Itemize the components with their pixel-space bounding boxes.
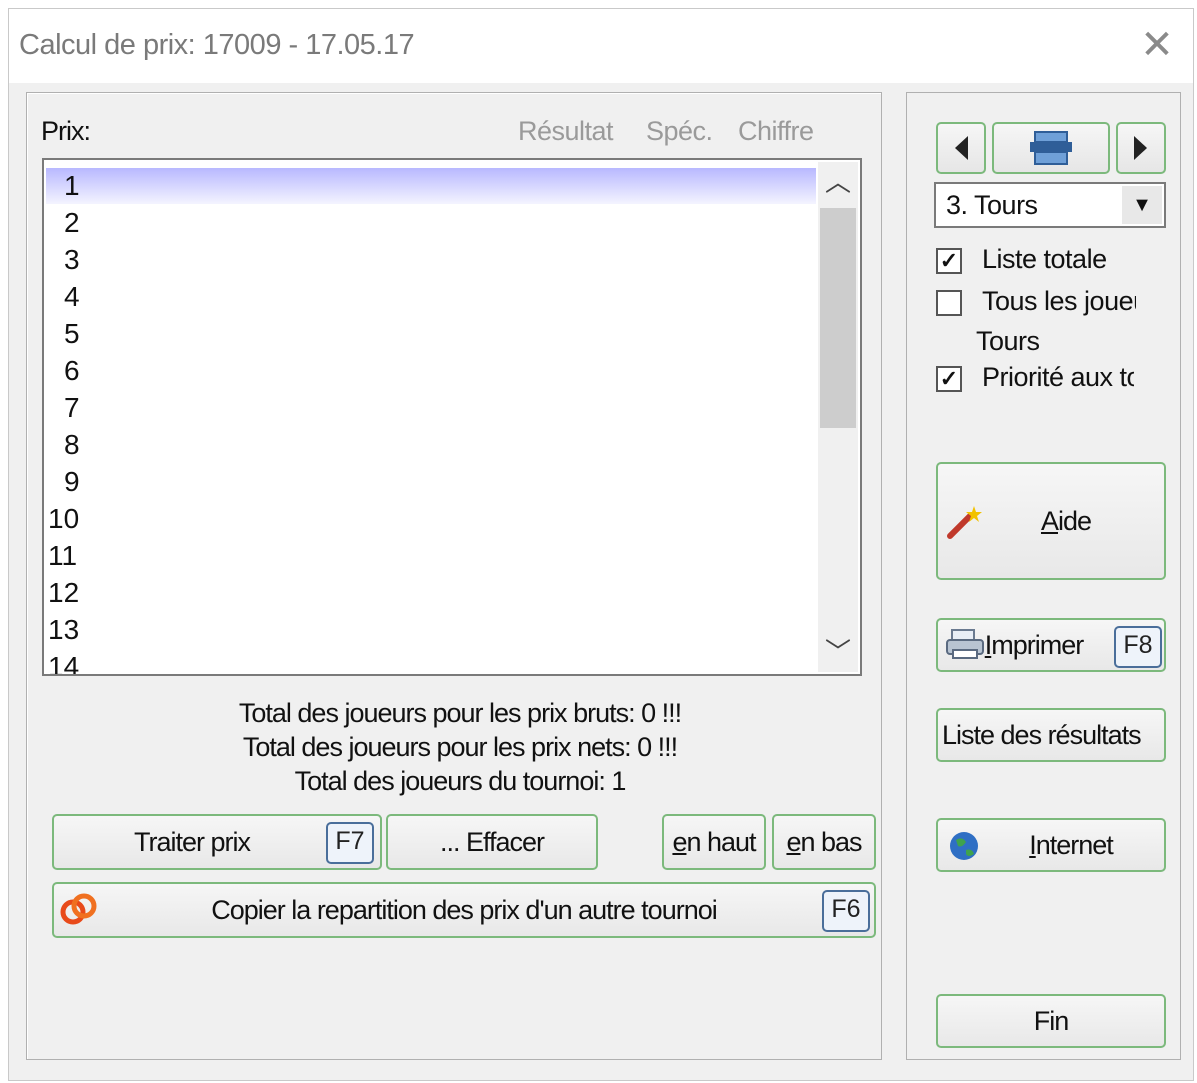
copy-distribution-label: Copier la repartition des prix d'un autr…	[211, 894, 717, 925]
list-item[interactable]: 3	[46, 242, 816, 278]
total-list-label: Liste totale	[982, 244, 1107, 274]
process-prizes-label: Traiter prix	[134, 826, 251, 857]
f8-key-badge: F8	[1114, 626, 1162, 668]
column-header-result: Résultat	[518, 116, 614, 146]
magic-wand-icon	[947, 506, 982, 539]
printer-icon	[946, 629, 984, 659]
printer-icon	[1030, 131, 1072, 165]
prize-listbox[interactable]: 1 2 3 4 5 6 7 8 9 10 11 12 13 14 ︿ ﹀	[42, 158, 862, 676]
list-item[interactable]: 5	[46, 316, 816, 352]
move-up-button[interactable]: en haut	[662, 814, 766, 870]
list-item[interactable]: 6	[46, 353, 816, 389]
priority-checkbox[interactable]: ✓	[936, 366, 962, 392]
list-item[interactable]: 9	[46, 464, 816, 500]
prev-round-button[interactable]	[936, 122, 986, 174]
arrow-right-icon	[1134, 136, 1147, 160]
stat-tournament-players: Total des joueurs du tournoi: 1	[294, 766, 627, 796]
move-down-button[interactable]: en bas	[772, 814, 876, 870]
vertical-scrollbar[interactable]: ︿ ﹀	[818, 162, 858, 672]
stat-gross-players: Total des joueurs pour les prix bruts: 0…	[238, 698, 682, 728]
total-list-checkbox[interactable]: ✓	[936, 248, 962, 274]
list-item[interactable]: 2	[46, 205, 816, 241]
clear-label: ... Effacer	[439, 826, 545, 857]
end-button[interactable]: Fin	[936, 994, 1166, 1048]
all-players-label: Tous les joueurs	[982, 286, 1136, 316]
clear-button[interactable]: ... Effacer	[386, 814, 598, 870]
chevron-down-icon[interactable]: ﹀	[818, 632, 858, 672]
list-item[interactable]: 13	[46, 612, 816, 648]
list-item[interactable]: 4	[46, 279, 816, 315]
chevron-up-icon[interactable]: ︿	[818, 162, 858, 202]
round-select-value: 3. Tours	[946, 190, 1038, 220]
list-item[interactable]: 11	[46, 538, 816, 574]
internet-label: Internet	[1029, 829, 1114, 860]
copy-distribution-button[interactable]: Copier la repartition des prix d'un autr…	[52, 882, 876, 938]
move-down-label: en bas	[786, 826, 862, 857]
stat-net-players: Total des joueurs pour les prix nets: 0 …	[242, 732, 678, 762]
close-icon[interactable]: ✕	[1135, 23, 1179, 67]
rounds-label: Tours	[976, 326, 1040, 356]
list-item[interactable]: 10	[46, 501, 816, 537]
list-item[interactable]: 7	[46, 390, 816, 426]
chevron-down-icon[interactable]: ▼	[1122, 186, 1162, 224]
all-players-checkbox[interactable]	[936, 290, 962, 316]
scrollbar-thumb[interactable]	[820, 208, 856, 428]
column-header-spec: Spéc.	[646, 116, 713, 146]
priority-label: Priorité aux tours	[982, 362, 1134, 392]
print-label: Imprimer	[984, 629, 1085, 660]
globe-icon	[950, 832, 978, 860]
results-list-label: Liste des résultats	[942, 719, 1142, 750]
arrow-left-icon	[955, 136, 968, 160]
column-header-figure: Chiffre	[738, 116, 814, 146]
print-nav-button[interactable]	[992, 122, 1110, 174]
next-round-button[interactable]	[1116, 122, 1166, 174]
copy-circles-icon	[60, 893, 97, 925]
prize-list-label: Prix:	[41, 116, 91, 146]
round-select[interactable]: 3. Tours ▼	[934, 182, 1166, 228]
move-up-label: en haut	[672, 826, 756, 857]
help-label: Aide	[1040, 505, 1092, 536]
title-bar: Calcul de prix: 17009 - 17.05.17 ✕	[9, 9, 1193, 83]
results-list-button[interactable]: Liste des résultats	[936, 708, 1166, 762]
f6-key-badge: F6	[822, 890, 870, 932]
list-item[interactable]: 8	[46, 427, 816, 463]
end-label: Fin	[1033, 1005, 1070, 1036]
window-title: Calcul de prix: 17009 - 17.05.17	[19, 29, 415, 61]
list-item[interactable]: 12	[46, 575, 816, 611]
list-item[interactable]: 1	[46, 168, 816, 204]
list-item[interactable]: 14	[46, 649, 816, 674]
f7-key-badge: F7	[326, 822, 374, 864]
